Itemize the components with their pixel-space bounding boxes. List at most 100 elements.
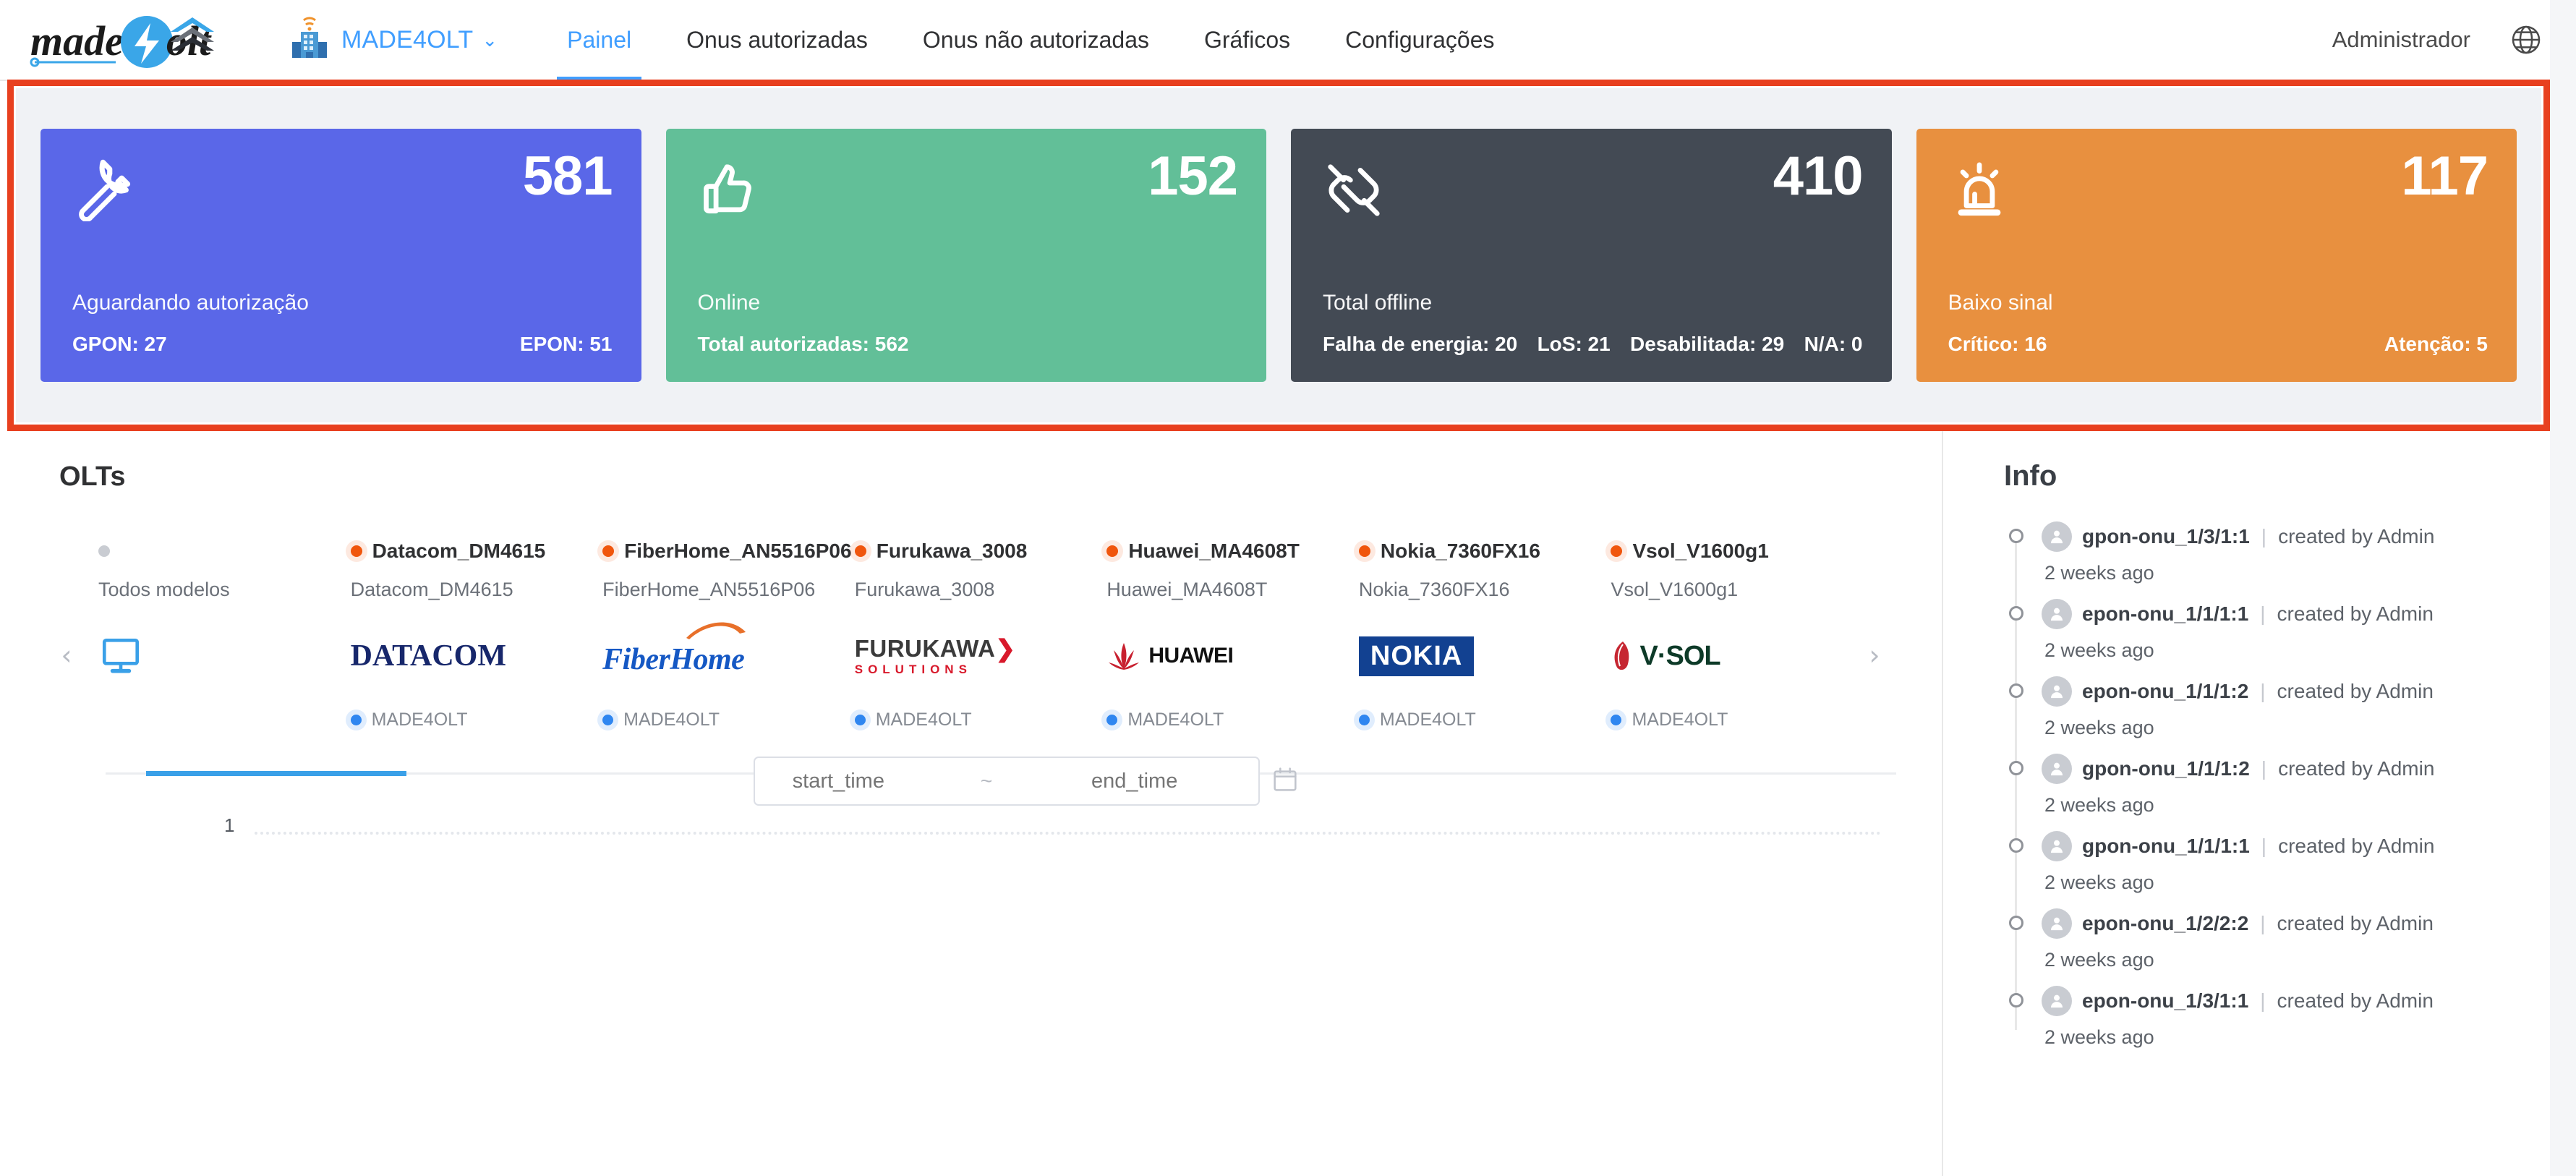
info-timeline: gpon-onu_1/3/1:1 | created by Admin 2 we… — [2004, 521, 2576, 1049]
timeline-entry-name: epon-onu_1/3/1:1 — [2082, 989, 2249, 1012]
olt-card-sub: Nokia_7360FX16 — [1358, 579, 1510, 600]
status-dot-icon — [602, 545, 615, 557]
page-right-gutter — [2550, 0, 2576, 1176]
olt-card-name: Datacom_DM4615 — [372, 540, 546, 562]
olt-card-name: Huawei_MA4608T — [1128, 540, 1300, 562]
timeline-entry-time: 2 weeks ago — [2044, 562, 2154, 584]
avatar — [2042, 754, 2072, 784]
avatar — [2042, 986, 2072, 1016]
stat-card-baixo-sinal[interactable]: 117 Baixo sinal Crítico: 16 Atenção: 5 — [1916, 129, 2517, 382]
olt-card-vsol-v1600g1[interactable]: Vsol_V1600g1 Vsol_V1600g1 V·SOL MADE4OLT — [1600, 540, 1853, 730]
stat-subrow: Falha de energia: 20 LoS: 21 Desabilitad… — [1323, 333, 1863, 356]
huawei-flower-icon — [1109, 643, 1140, 670]
end-time-input[interactable] — [998, 769, 1271, 793]
timeline-divider: | — [2261, 835, 2267, 857]
nav-item-configuracoes[interactable]: Configurações — [1318, 0, 1522, 80]
timeline-divider: | — [2260, 680, 2266, 702]
olt-card-todos-modelos[interactable]: Todos modelos — [88, 540, 341, 730]
timeline-entry-name: epon-onu_1/1/1:1 — [2082, 602, 2249, 625]
olt-card-name: FiberHome_AN5516P06 — [624, 540, 852, 562]
date-range-picker[interactable]: ~ — [701, 757, 1297, 806]
carousel-prev-icon[interactable]: ‹ — [45, 540, 88, 771]
olt-card-head: Nokia_7360FX16 — [1358, 540, 1540, 563]
olt-card-logo — [98, 633, 143, 679]
stat-card-online[interactable]: 152 Online Total autorizadas: 562 — [665, 129, 1266, 382]
timeline-node-icon — [2009, 606, 2023, 621]
wrench-icon — [72, 159, 135, 225]
nav-item-onus-nao-autorizadas[interactable]: Onus não autorizadas — [895, 0, 1177, 80]
org-name-label: MADE4OLT — [341, 25, 474, 54]
user-menu-label[interactable]: Administrador — [2332, 27, 2470, 53]
timeline-entry-time: 2 weeks ago — [2044, 1026, 2154, 1048]
olt-card-furukawa-3008[interactable]: Furukawa_3008 Furukawa_3008 FURUKAWA❯ SO… — [845, 540, 1097, 730]
olt-card-huawei-ma4608t[interactable]: Huawei_MA4608T Huawei_MA4608T HUAWEI MAD… — [1096, 540, 1349, 730]
nav-label: Onus autorizadas — [686, 26, 868, 53]
stat-card-total-offline[interactable]: 410 Total offline Falha de energia: 20 L… — [1291, 129, 1892, 382]
chevron-down-icon: ⌄ — [482, 29, 498, 51]
avatar — [2042, 908, 2072, 939]
nav-item-onus-autorizadas[interactable]: Onus autorizadas — [659, 0, 895, 80]
stat-title: Total offline — [1323, 291, 1433, 315]
globe-icon[interactable] — [2509, 23, 2543, 56]
timeline-item[interactable]: epon-onu_1/1/1:1 | created by Admin 2 we… — [2004, 599, 2576, 662]
summary-stats-strip: 581 Aguardando autorização GPON: 27 EPON… — [16, 88, 2541, 422]
owner-dot-icon — [1611, 715, 1622, 725]
olt-card-fiberhome-an5516p06[interactable]: FiberHome_AN5516P06 FiberHome_AN5516P06 … — [592, 540, 852, 730]
stat-subrow: GPON: 27 EPON: 51 — [72, 333, 613, 356]
olt-card-footer: MADE4OLT — [602, 710, 720, 730]
olt-card-sub: FiberHome_AN5516P06 — [602, 579, 816, 600]
olt-card-footer: MADE4OLT — [1358, 710, 1476, 730]
timeline-entry-time: 2 weeks ago — [2044, 872, 2154, 893]
building-antenna-icon — [289, 16, 330, 64]
olt-card-head: Furukawa_3008 — [854, 540, 1028, 563]
timeline-item[interactable]: epon-onu_1/1/1:2 | created by Admin 2 we… — [2004, 676, 2576, 739]
made4olt-logo[interactable]: made olt — [29, 7, 246, 72]
calendar-icon[interactable] — [1271, 765, 1300, 798]
olt-card-head: FiberHome_AN5516P06 — [602, 540, 852, 563]
timeline-divider: | — [2260, 602, 2266, 625]
olt-card-head: Datacom_DM4615 — [350, 540, 546, 563]
olt-card-nokia-7360fx16[interactable]: Nokia_7360FX16 Nokia_7360FX16 NOKIA MADE… — [1349, 540, 1601, 730]
timeline-item[interactable]: gpon-onu_1/1/1:2 | created by Admin 2 we… — [2004, 754, 2576, 817]
nav-item-graficos[interactable]: Gráficos — [1177, 0, 1318, 80]
broken-link-icon — [1323, 159, 1385, 225]
stat-sub-atencao: Atenção: 5 — [2384, 333, 2488, 355]
olt-card-logo: HUAWEI — [1106, 633, 1234, 679]
timeline-entry-author: created by Admin — [2277, 989, 2434, 1012]
nav-item-painel[interactable]: Painel — [539, 0, 659, 80]
monitor-icon — [98, 634, 143, 678]
timeline-item[interactable]: epon-onu_1/2/2:2 | created by Admin 2 we… — [2004, 908, 2576, 971]
olt-card-owner: MADE4OLT — [1632, 710, 1728, 730]
olt-card-name: Furukawa_3008 — [876, 540, 1028, 562]
olt-card-owner: MADE4OLT — [875, 710, 972, 730]
stat-card-aguardando-autorizacao[interactable]: 581 Aguardando autorização GPON: 27 EPON… — [40, 129, 641, 382]
timeline-row: epon-onu_1/1/1:2 | created by Admin — [2042, 676, 2576, 707]
timeline-item[interactable]: gpon-onu_1/3/1:1 | created by Admin 2 we… — [2004, 521, 2576, 584]
olt-card-sub: Todos modelos — [98, 579, 230, 600]
start-time-input[interactable] — [701, 769, 975, 793]
info-panel: Info gpon-onu_1/3/1:1 | created by Admin… — [1943, 431, 2576, 1176]
stat-sub-falha-energia: Falha de energia: 20 — [1323, 333, 1518, 355]
olt-card-footer: MADE4OLT — [1611, 710, 1728, 730]
carousel-next-icon[interactable]: › — [1853, 540, 1896, 771]
olt-card-owner: MADE4OLT — [1127, 710, 1224, 730]
fiberhome-logo: FiberHome — [602, 622, 746, 677]
timeline-row: gpon-onu_1/1/1:1 | created by Admin — [2042, 831, 2576, 861]
olt-card-datacom-dm4615[interactable]: Datacom_DM4615 Datacom_DM4615 DATACOM MA… — [341, 540, 593, 730]
vsol-leaf-icon — [1614, 642, 1629, 670]
olt-card-sub: Furukawa_3008 — [854, 579, 995, 600]
stat-title: Aguardando autorização — [72, 291, 309, 315]
status-dot-icon — [350, 545, 362, 557]
stat-value: 152 — [1148, 145, 1238, 207]
timeline-item[interactable]: gpon-onu_1/1/1:1 | created by Admin 2 we… — [2004, 831, 2576, 894]
olt-card-sub: Vsol_V1600g1 — [1611, 579, 1739, 600]
stat-sub-epon: EPON: 51 — [519, 333, 613, 355]
timeline-entry-name: gpon-onu_1/1/1:1 — [2082, 835, 2250, 857]
olt-card-name: Nokia_7360FX16 — [1380, 540, 1540, 562]
timeline-item[interactable]: epon-onu_1/3/1:1 | created by Admin 2 we… — [2004, 986, 2576, 1049]
olt-models-carousel: ‹ Todos modelos Datacom_DM4615 Datacom_D… — [45, 540, 1896, 771]
stat-title: Online — [697, 291, 761, 315]
org-switcher[interactable]: MADE4OLT ⌄ — [289, 16, 498, 64]
timeline-row: epon-onu_1/1/1:1 | created by Admin — [2042, 599, 2576, 629]
timeline-entry-time: 2 weeks ago — [2044, 639, 2154, 661]
